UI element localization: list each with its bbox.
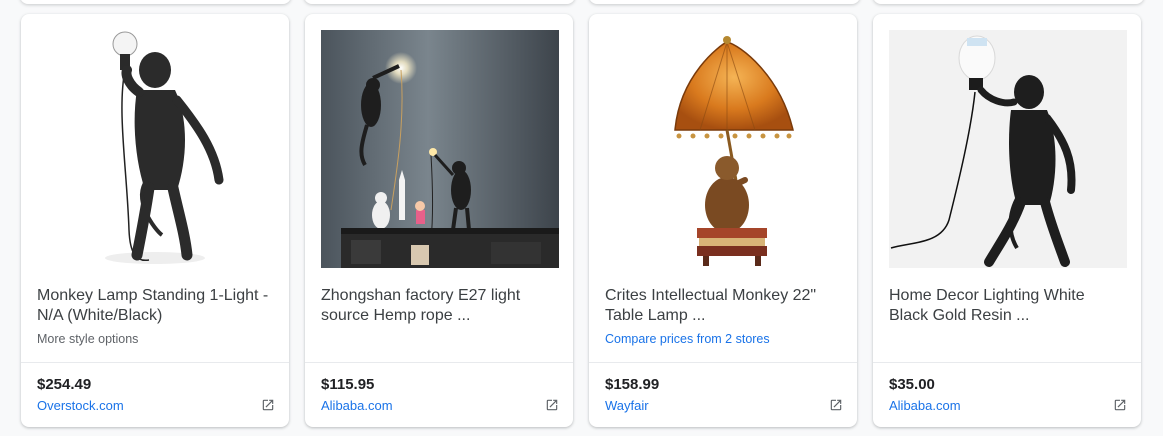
- divider: [21, 362, 289, 363]
- product-title-line: Home Decor Lighting White: [889, 287, 1085, 304]
- product-price: $115.95: [321, 376, 375, 393]
- store-link[interactable]: Overstock.com: [37, 398, 124, 413]
- product-card[interactable]: Crites Intellectual Monkey 22" Table Lam…: [589, 14, 857, 427]
- product-title-line: Zhongshan factory E27 light: [321, 287, 521, 304]
- standing-monkey-lamp-image[interactable]: [37, 30, 275, 268]
- previous-row-card[interactable]: [20, 0, 291, 4]
- product-title[interactable]: Zhongshan factory E27 light source Hemp …: [321, 286, 561, 326]
- divider: [589, 362, 857, 363]
- product-price: $254.49: [37, 376, 92, 393]
- product-price: $35.00: [889, 376, 935, 393]
- resin-monkey-lamp-image[interactable]: [889, 30, 1127, 268]
- open-external-icon[interactable]: [261, 398, 275, 412]
- umbrella-monkey-table-lamp-image[interactable]: [605, 30, 843, 268]
- store-link[interactable]: Alibaba.com: [321, 398, 393, 413]
- product-price: $158.99: [605, 376, 660, 393]
- product-title-line: Monkey Lamp Standing 1-Light -: [37, 287, 269, 304]
- divider: [305, 362, 573, 363]
- store-link[interactable]: Alibaba.com: [889, 398, 961, 413]
- product-title[interactable]: Crites Intellectual Monkey 22" Table Lam…: [605, 286, 845, 326]
- product-title-line: Black Gold Resin ...: [889, 307, 1030, 324]
- store-link[interactable]: Wayfair: [605, 398, 649, 413]
- previous-row-card[interactable]: [589, 0, 860, 4]
- previous-row-card[interactable]: [873, 0, 1144, 4]
- product-card[interactable]: Zhongshan factory E27 light source Hemp …: [305, 14, 573, 427]
- product-title-line: source Hemp rope ...: [321, 307, 471, 324]
- compare-prices-link[interactable]: Compare prices from 2 stores: [605, 332, 770, 346]
- open-external-icon[interactable]: [545, 398, 559, 412]
- monkey-lamp-room-image[interactable]: [321, 30, 559, 268]
- open-external-icon[interactable]: [1113, 398, 1127, 412]
- divider: [873, 362, 1141, 363]
- more-style-options: More style options: [37, 332, 139, 346]
- product-card[interactable]: Home Decor Lighting White Black Gold Res…: [873, 14, 1141, 427]
- open-external-icon[interactable]: [829, 398, 843, 412]
- previous-row-card[interactable]: [304, 0, 575, 4]
- product-title-line: N/A (White/Black): [37, 307, 163, 324]
- product-title[interactable]: Monkey Lamp Standing 1-Light - N/A (Whit…: [37, 286, 277, 326]
- product-title-line: Table Lamp ...: [605, 307, 706, 324]
- product-title[interactable]: Home Decor Lighting White Black Gold Res…: [889, 286, 1129, 326]
- product-title-line: Crites Intellectual Monkey 22": [605, 287, 817, 304]
- product-card[interactable]: Monkey Lamp Standing 1-Light - N/A (Whit…: [21, 14, 289, 427]
